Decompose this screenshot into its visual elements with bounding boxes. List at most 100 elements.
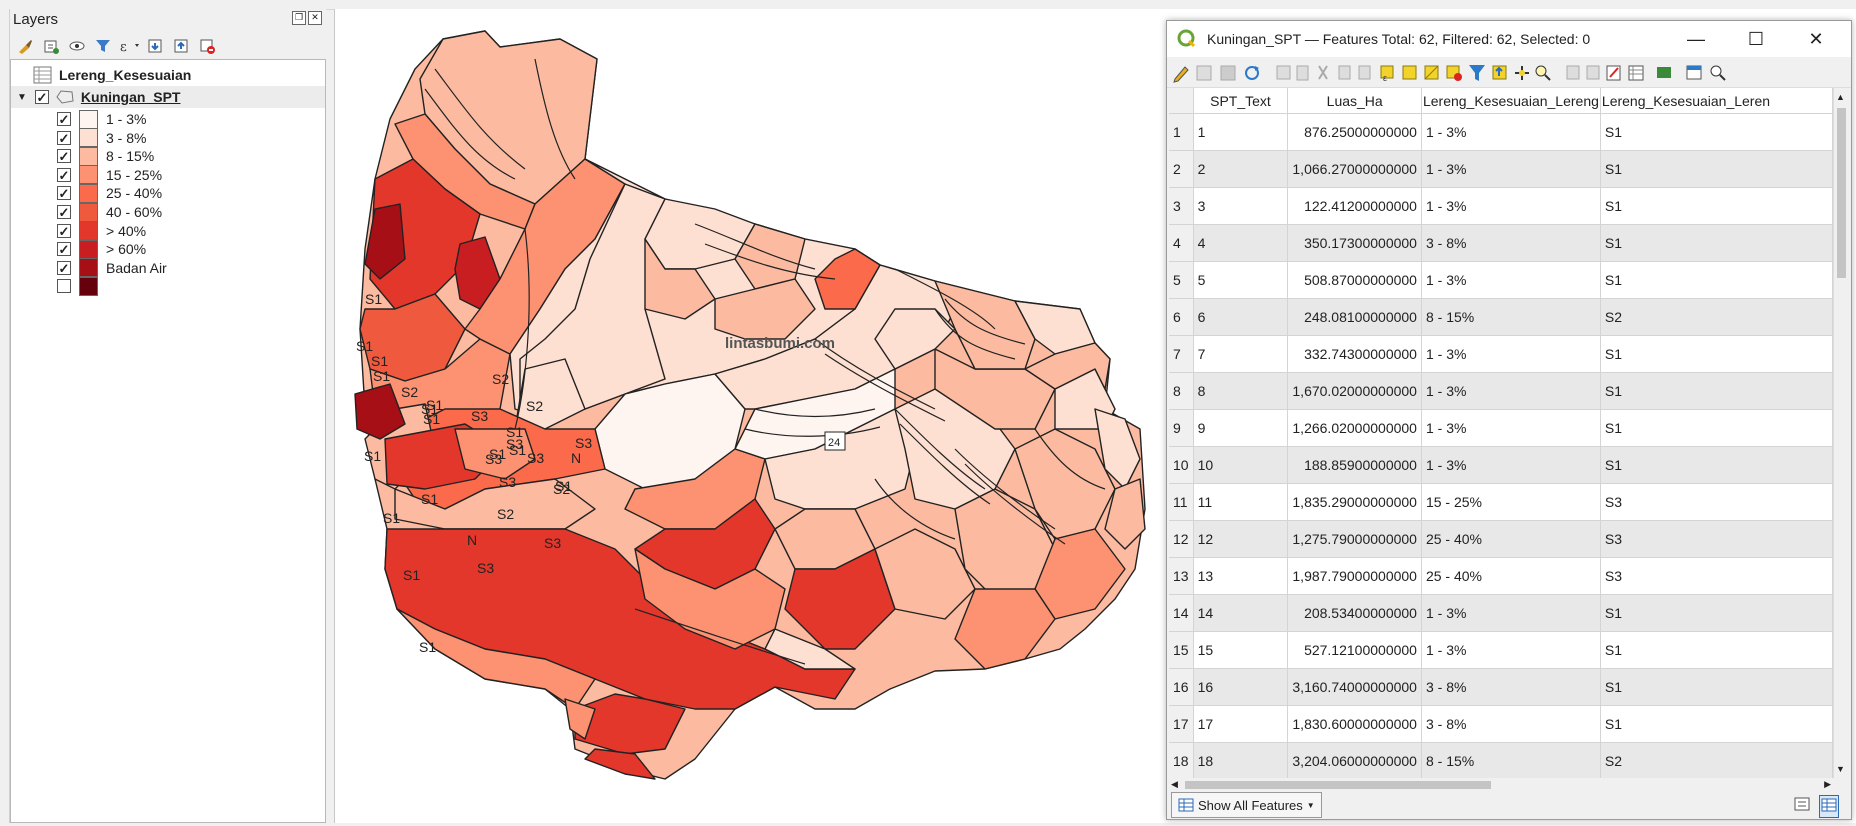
kesesuaian-cell[interactable]: S1 [1600, 372, 1833, 410]
column-header[interactable]: Luas_Ha [1287, 88, 1422, 114]
legend-checkbox[interactable]: ✓ [57, 223, 71, 238]
legend-checkbox[interactable] [57, 279, 71, 294]
kesesuaian-cell[interactable]: S2 [1600, 298, 1833, 336]
spt-text-cell[interactable]: 11 [1193, 483, 1289, 521]
spt-text-cell[interactable]: 10 [1193, 446, 1289, 484]
paste-icon[interactable] [1358, 65, 1371, 80]
table-row[interactable]: 1 1 876.25000000000 1 - 3% S1 [1169, 113, 1833, 151]
scroll-up-icon[interactable]: ▲ [1836, 92, 1845, 102]
luas-ha-cell[interactable]: 1,830.60000000000 [1287, 705, 1422, 743]
luas-ha-cell[interactable]: 3,160.74000000000 [1287, 668, 1422, 706]
table-row[interactable]: 8 8 1,670.02000000000 1 - 3% S1 [1169, 372, 1833, 410]
lereng-cell[interactable]: 1 - 3% [1421, 446, 1601, 484]
form-view-icon[interactable] [1793, 795, 1811, 816]
table-row[interactable]: 13 13 1,987.79000000000 25 - 40% S3 [1169, 557, 1833, 595]
table-row[interactable]: 12 12 1,275.79000000000 25 - 40% S3 [1169, 520, 1833, 558]
luas-ha-cell[interactable]: 188.85900000000 [1287, 446, 1422, 484]
row-number[interactable]: 11 [1169, 483, 1194, 521]
row-number[interactable]: 14 [1169, 594, 1194, 632]
kesesuaian-cell[interactable]: S1 [1600, 668, 1833, 706]
float-panel-button[interactable]: ❐ [292, 11, 306, 25]
horizontal-scroll-thumb[interactable] [1185, 781, 1491, 789]
row-number[interactable]: 12 [1169, 520, 1194, 558]
table-row[interactable]: 6 6 248.08100000000 8 - 15% S2 [1169, 298, 1833, 336]
vertical-scroll-thumb[interactable] [1837, 108, 1846, 278]
lereng-cell[interactable]: 1 - 3% [1421, 261, 1601, 299]
kesesuaian-cell[interactable]: S3 [1600, 520, 1833, 558]
legend-checkbox[interactable]: ✓ [57, 149, 71, 164]
lereng-cell[interactable]: 25 - 40% [1421, 557, 1601, 595]
dock-table-icon[interactable] [1686, 65, 1702, 80]
manage-visibility-button[interactable] [66, 35, 88, 57]
table-row[interactable]: 11 11 1,835.29000000000 15 - 25% S3 [1169, 483, 1833, 521]
kesesuaian-cell[interactable]: S2 [1600, 742, 1833, 778]
spt-text-cell[interactable]: 7 [1193, 335, 1289, 373]
conditional-formatting-icon[interactable] [1628, 65, 1644, 81]
row-number[interactable]: 2 [1169, 150, 1194, 188]
kesesuaian-cell[interactable]: S3 [1600, 483, 1833, 521]
zoom-to-selection-icon[interactable] [1535, 65, 1551, 81]
close-button[interactable]: ✕ [1787, 21, 1845, 57]
luas-ha-cell[interactable]: 332.74300000000 [1287, 335, 1422, 373]
table-row[interactable]: 10 10 188.85900000000 1 - 3% S1 [1169, 446, 1833, 484]
copy-icon[interactable] [1338, 65, 1351, 80]
table-view-icon[interactable] [1819, 795, 1839, 818]
luas-ha-cell[interactable]: 876.25000000000 [1287, 113, 1422, 151]
row-number[interactable]: 17 [1169, 705, 1194, 743]
legend-checkbox[interactable]: ✓ [57, 205, 71, 219]
table-row[interactable]: 7 7 332.74300000000 1 - 3% S1 [1169, 335, 1833, 373]
spt-text-cell[interactable]: 12 [1193, 520, 1289, 558]
spt-text-cell[interactable]: 15 [1193, 631, 1289, 669]
expand-all-button[interactable] [144, 35, 166, 57]
kesesuaian-cell[interactable]: S1 [1600, 335, 1833, 373]
lereng-cell[interactable]: 1 - 3% [1421, 335, 1601, 373]
lereng-cell[interactable]: 1 - 3% [1421, 409, 1601, 447]
table-row[interactable]: 3 3 122.41200000000 1 - 3% S1 [1169, 187, 1833, 225]
lereng-cell[interactable]: 3 - 8% [1421, 224, 1601, 262]
row-number[interactable]: 8 [1169, 372, 1194, 410]
legend-checkbox[interactable]: ✓ [57, 260, 71, 275]
kesesuaian-cell[interactable]: S1 [1600, 631, 1833, 669]
kesesuaian-cell[interactable]: S1 [1600, 187, 1833, 225]
move-selection-top-icon[interactable] [1492, 65, 1507, 80]
luas-ha-cell[interactable]: 1,835.29000000000 [1287, 483, 1422, 521]
remove-layer-button[interactable] [196, 35, 218, 57]
kesesuaian-cell[interactable]: S1 [1600, 150, 1833, 188]
luas-ha-cell[interactable]: 1,275.79000000000 [1287, 520, 1422, 558]
table-row[interactable]: 5 5 508.87000000000 1 - 3% S1 [1169, 261, 1833, 299]
invert-selection-icon[interactable] [1424, 65, 1439, 80]
multi-edit-icon[interactable] [1196, 65, 1212, 81]
show-all-features-button[interactable]: Show All Features ▼ [1171, 792, 1322, 818]
legend-checkbox[interactable]: ✓ [57, 112, 71, 126]
scroll-left-icon[interactable]: ◀ [1171, 779, 1178, 790]
row-number[interactable]: 7 [1169, 335, 1194, 373]
reload-icon[interactable] [1245, 66, 1259, 80]
actions-icon[interactable] [1657, 67, 1671, 78]
row-number[interactable]: 1 [1169, 113, 1194, 151]
table-row[interactable]: 15 15 527.12100000000 1 - 3% S1 [1169, 631, 1833, 669]
lereng-cell[interactable]: 1 - 3% [1421, 594, 1601, 632]
kesesuaian-cell[interactable]: S1 [1600, 705, 1833, 743]
table-row[interactable]: 17 17 1,830.60000000000 3 - 8% S1 [1169, 705, 1833, 743]
luas-ha-cell[interactable]: 248.08100000000 [1287, 298, 1422, 336]
row-number[interactable]: 5 [1169, 261, 1194, 299]
pan-to-selection-icon[interactable] [1515, 66, 1529, 80]
luas-ha-cell[interactable]: 1,066.27000000000 [1287, 150, 1422, 188]
filter-expression-button[interactable]: ε [118, 35, 140, 57]
luas-ha-cell[interactable]: 350.17300000000 [1287, 224, 1422, 262]
column-header[interactable]: Lereng_Kesesuaian_Leren [1600, 88, 1833, 114]
select-all-icon[interactable] [1402, 65, 1417, 80]
lereng-cell[interactable]: 1 - 3% [1421, 631, 1601, 669]
spt-text-cell[interactable]: 3 [1193, 187, 1289, 225]
kesesuaian-cell[interactable]: S1 [1600, 261, 1833, 299]
select-by-expression-icon[interactable]: ε [1380, 65, 1394, 83]
luas-ha-cell[interactable]: 508.87000000000 [1287, 261, 1422, 299]
lereng-cell[interactable]: 8 - 15% [1421, 298, 1601, 336]
lereng-cell[interactable]: 15 - 25% [1421, 483, 1601, 521]
column-header[interactable]: Lereng_Kesesuaian_Lereng [1421, 88, 1601, 114]
kesesuaian-cell[interactable]: S1 [1600, 446, 1833, 484]
field-calculator-icon[interactable] [1606, 65, 1621, 81]
row-number[interactable]: 15 [1169, 631, 1194, 669]
luas-ha-cell[interactable]: 208.53400000000 [1287, 594, 1422, 632]
corner-header[interactable] [1169, 88, 1194, 114]
